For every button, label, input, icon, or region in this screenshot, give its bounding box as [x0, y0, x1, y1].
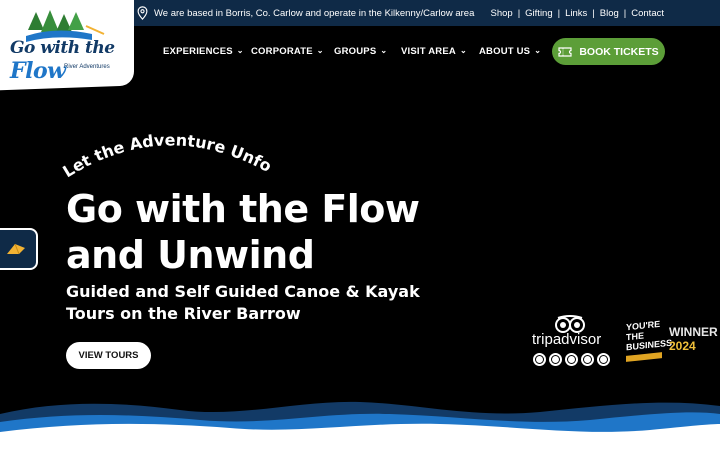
chevron-down-icon: ⌄: [534, 46, 542, 55]
nav-label: CORPORATE: [251, 46, 313, 57]
links-link[interactable]: Links: [565, 8, 587, 19]
nav-groups[interactable]: GROUPS ⌄: [334, 46, 387, 57]
book-tickets-label: BOOK TICKETS: [579, 45, 659, 58]
hero-arc-tagline: Let the Adventure Unfold: [55, 120, 275, 181]
tripadvisor-badge[interactable]: tripadvisor: [532, 315, 610, 369]
nav-label: EXPERIENCES: [163, 46, 233, 57]
award-title: YOU'RE THE BUSINESS: [626, 318, 672, 353]
tent-icon: [7, 243, 25, 255]
wave-divider: [0, 401, 720, 450]
divider: |: [592, 8, 595, 19]
rating-dot: [549, 353, 562, 366]
chevron-down-icon: ⌄: [236, 46, 244, 55]
divider: |: [557, 8, 561, 19]
nav-label: ABOUT US: [479, 46, 531, 57]
rating-dot: [565, 353, 578, 366]
nav-corporate[interactable]: CORPORATE ⌄: [251, 46, 324, 57]
nav-experiences[interactable]: EXPERIENCES ⌄: [163, 46, 244, 57]
nav-label: GROUPS: [334, 46, 377, 57]
hero-title-line2: and Unwind: [66, 233, 315, 277]
rating-dot: [581, 353, 594, 366]
gifting-link[interactable]: Gifting: [525, 8, 552, 19]
book-tickets-button[interactable]: BOOK TICKETS: [552, 38, 665, 65]
divider: |: [517, 8, 521, 19]
nav-about-us[interactable]: ABOUT US ⌄: [479, 46, 541, 57]
view-tours-button[interactable]: VIEW TOURS: [66, 342, 151, 369]
rating-dot: [597, 353, 610, 366]
award-winner-label: WINNER: [669, 325, 718, 339]
ticket-icon: [558, 46, 572, 57]
tripadvisor-rating: [533, 353, 610, 366]
hero-title-line1: Go with the Flow: [66, 187, 420, 231]
nav-visit-area[interactable]: VISIT AREA ⌄: [401, 46, 467, 57]
hero-subtitle: Guided and Self Guided Canoe & Kayak Tou…: [66, 281, 426, 325]
chevron-down-icon: ⌄: [380, 46, 388, 55]
svg-text:Let the Adventure Unfold: Let the Adventure Unfold: [55, 120, 275, 181]
side-tab[interactable]: [0, 228, 38, 270]
shop-link[interactable]: Shop: [491, 8, 513, 19]
location-text: We are based in Borris, Co. Carlow and o…: [154, 7, 475, 19]
award-badge: YOU'RE THE BUSINESS WINNER 2024: [626, 318, 718, 368]
chevron-down-icon: ⌄: [316, 46, 324, 55]
map-pin-icon: [137, 6, 148, 20]
contact-link[interactable]: Contact: [631, 8, 664, 19]
award-ribbon: [626, 352, 662, 362]
arc-text: Let the Adventure Unfold: [55, 120, 275, 181]
rating-dot: [533, 353, 546, 366]
chevron-down-icon: ⌄: [459, 46, 467, 55]
location-info: We are based in Borris, Co. Carlow and o…: [137, 6, 474, 20]
award-year: 2024: [669, 339, 696, 353]
divider: |: [623, 8, 627, 19]
hero-title: Go with the Flow and Unwind: [66, 186, 420, 278]
award-winner: WINNER 2024: [669, 325, 718, 353]
nav-label: VISIT AREA: [401, 46, 456, 57]
tripadvisor-name: tripadvisor: [532, 331, 602, 348]
hero-subtitle-line2: Tours on the River Barrow: [66, 304, 301, 323]
utility-links: Shop | Gifting | Links | Blog | Contact: [491, 8, 664, 19]
blog-link[interactable]: Blog: [600, 8, 619, 19]
hero-subtitle-line1: Guided and Self Guided Canoe & Kayak: [66, 282, 420, 301]
